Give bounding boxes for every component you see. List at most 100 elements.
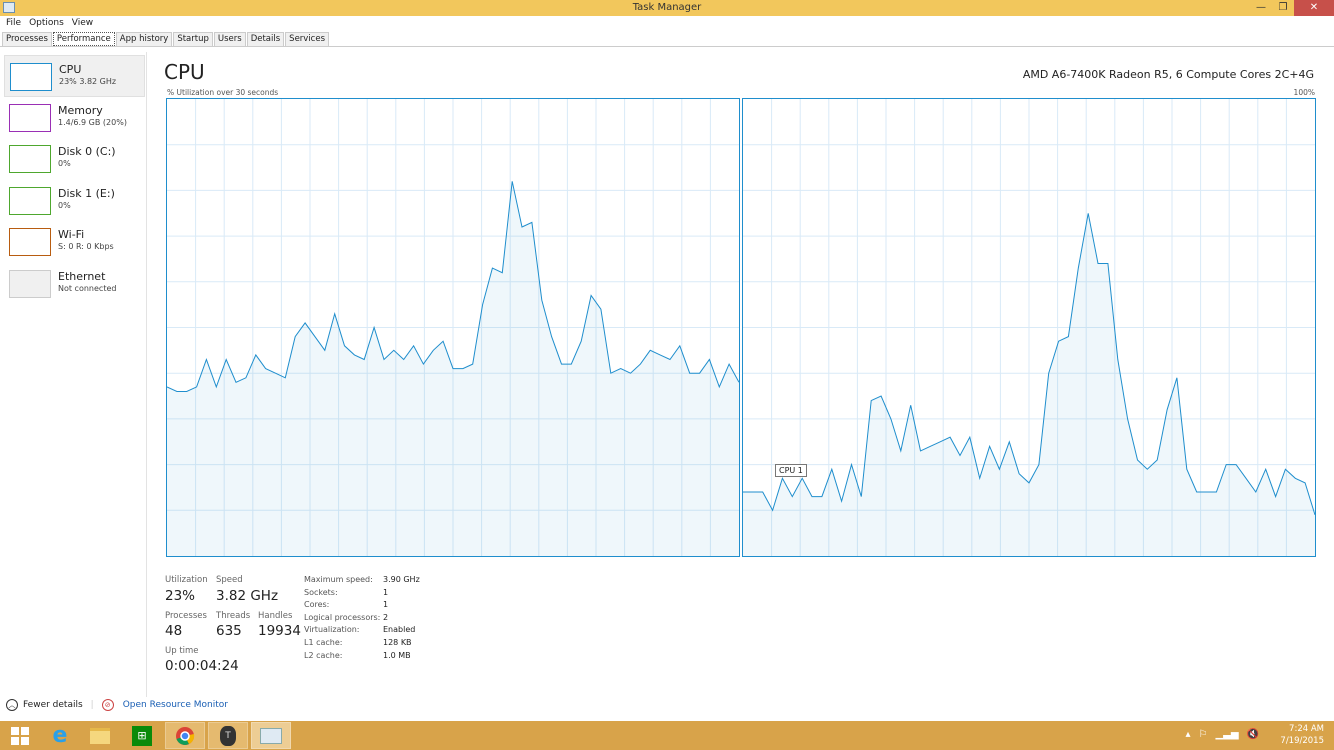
clock-time: 7:24 AM <box>1289 724 1324 734</box>
minimize-button[interactable]: — <box>1250 0 1272 16</box>
windows-logo-icon <box>11 726 29 745</box>
sidebar-item-value: S: 0 R: 0 Kbps <box>58 242 114 251</box>
sidebar-item-value: 0% <box>58 159 71 168</box>
cpu1-graph[interactable] <box>742 98 1316 557</box>
tab-startup[interactable]: Startup <box>173 32 213 47</box>
speaker-muted-icon[interactable]: 🔇 <box>1247 729 1259 740</box>
sidebar-item-value: 0% <box>58 200 71 210</box>
task-manager-icon <box>3 2 15 13</box>
close-button[interactable]: ✕ <box>1294 0 1334 16</box>
page-title: CPU <box>164 60 205 84</box>
handles-value: 19934 <box>258 623 301 639</box>
start-button[interactable] <box>0 722 40 749</box>
sidebar-item-disk-1[interactable]: Disk 1 (E:) 0% <box>4 180 145 222</box>
wifi-signal-icon[interactable]: ▁▃▅ <box>1215 729 1238 740</box>
uptime-label: Up time <box>165 646 199 656</box>
threads-label: Threads <box>216 611 251 621</box>
system-tray: ▴ ⚐ ▁▃▅ 🔇 <box>1185 729 1259 740</box>
task-manager-taskbar-icon[interactable] <box>251 722 291 749</box>
tab-bar: Processes Performance App history Startu… <box>2 32 330 47</box>
cpu-model: AMD A6-7400K Radeon R5, 6 Compute Cores … <box>1022 68 1314 81</box>
sidebar-item-cpu[interactable]: CPU 23% 3.82 GHz <box>4 55 145 97</box>
disk-0-thumbnail-graph <box>9 145 51 173</box>
max-percent-label: 100% <box>1293 88 1315 97</box>
clock[interactable]: 7:24 AM 7/19/2015 <box>1280 723 1324 747</box>
spec-label: Virtualization: <box>304 625 360 635</box>
chrome-icon[interactable] <box>165 722 205 749</box>
action-center-flag-icon[interactable]: ⚐ <box>1199 729 1208 740</box>
maximize-button[interactable]: ❐ <box>1272 0 1294 16</box>
spec-label: Logical processors: <box>304 612 381 622</box>
spec-label: Sockets: <box>304 587 338 597</box>
cpu-thumbnail-graph <box>10 63 52 91</box>
menu-file[interactable]: File <box>2 16 25 31</box>
speed-value: 3.82 GHz <box>216 588 279 604</box>
fewer-details-button[interactable]: Fewer details <box>23 700 83 710</box>
tab-details[interactable]: Details <box>246 32 285 47</box>
uptime-value: 0:00:04:24 <box>165 658 239 674</box>
open-resource-monitor-link[interactable]: Open Resource Monitor <box>123 700 228 710</box>
spec-label: L2 cache: <box>304 650 343 660</box>
disk-1-thumbnail-graph <box>9 186 51 215</box>
spec-label: Cores: <box>304 600 330 610</box>
menu-options[interactable]: Options <box>25 16 68 31</box>
spec-value: 2 <box>383 612 389 622</box>
wifi-thumbnail-graph <box>9 228 51 256</box>
threads-value: 635 <box>216 623 242 639</box>
resource-monitor-icon: ⊘ <box>101 699 114 711</box>
handles-label: Handles <box>258 611 293 621</box>
sidebar-item-value: Not connected <box>58 283 117 293</box>
menu-view[interactable]: View <box>68 16 97 31</box>
taskbar: e ⊞ T ▴ ⚐ ▁▃▅ 🔇 7:24 AM 7/19/2015 <box>0 721 1334 750</box>
sidebar-item-value: 23% 3.82 GHz <box>59 77 117 86</box>
spec-value: 1.0 MB <box>383 650 411 660</box>
internet-explorer-icon[interactable]: e <box>40 722 80 749</box>
spec-value: 3.90 GHz <box>383 575 420 584</box>
spec-value: 1 <box>383 587 389 597</box>
sidebar-item-memory[interactable]: Memory 1.4/6.9 GB (20%) <box>4 97 145 139</box>
sidebar-item-label: Disk 0 (C:) <box>58 145 116 158</box>
file-explorer-icon[interactable] <box>80 722 120 749</box>
spec-value: 1 <box>383 600 389 610</box>
store-icon[interactable]: ⊞ <box>122 722 162 749</box>
speed-label: Speed <box>216 575 243 585</box>
sidebar-item-label: CPU <box>59 63 82 76</box>
tab-performance[interactable]: Performance <box>52 32 115 46</box>
memory-thumbnail-graph <box>9 103 51 132</box>
sidebar-item-label: Memory <box>58 103 103 117</box>
chrome-logo-icon <box>176 726 195 745</box>
utilization-axis-label: % Utilization over 30 seconds <box>167 88 279 97</box>
resource-sidebar: CPU 23% 3.82 GHz Memory 1.4/6.9 GB (20%)… <box>0 52 147 697</box>
sidebar-item-value: 1.4/6.9 GB (20%) <box>58 117 127 127</box>
sidebar-item-label: Disk 1 (E:) <box>58 186 115 200</box>
menu-bar: File Options View <box>0 16 97 31</box>
cpu0-graph[interactable] <box>166 98 740 557</box>
divider <box>0 46 1334 47</box>
tab-users[interactable]: Users <box>213 32 246 47</box>
utilization-label: Utilization <box>165 575 208 585</box>
chevron-up-icon[interactable]: ︿ <box>6 699 18 711</box>
window-title: Task Manager <box>632 2 702 13</box>
world-of-tanks-icon[interactable]: T <box>208 722 248 749</box>
divider: | <box>90 700 94 710</box>
sidebar-item-label: Ethernet <box>58 269 106 283</box>
tab-processes[interactable]: Processes <box>2 32 52 47</box>
utilization-value: 23% <box>165 588 196 604</box>
clock-date: 7/19/2015 <box>1280 736 1324 746</box>
sidebar-item-disk-0[interactable]: Disk 0 (C:) 0% <box>4 138 145 180</box>
title-bar: Task Manager — ❐ ✕ <box>0 0 1334 16</box>
graph-tooltip: CPU 1 <box>775 464 807 477</box>
ethernet-thumbnail-graph <box>9 269 51 298</box>
processes-value: 48 <box>165 623 183 639</box>
tab-app-history[interactable]: App history <box>115 32 173 47</box>
spec-value: 128 KB <box>383 638 412 647</box>
sidebar-item-ethernet[interactable]: Ethernet Not connected <box>4 263 145 305</box>
show-hidden-icons-icon[interactable]: ▴ <box>1185 729 1190 740</box>
spec-value: Enabled <box>383 625 416 635</box>
footer: ︿ Fewer details | ⊘ Open Resource Monito… <box>6 699 228 711</box>
processes-label: Processes <box>165 611 207 621</box>
spec-label: L1 cache: <box>304 638 343 647</box>
sidebar-item-wifi[interactable]: Wi-Fi S: 0 R: 0 Kbps <box>4 221 145 263</box>
spec-label: Maximum speed: <box>304 575 373 584</box>
tab-services[interactable]: Services <box>285 32 330 47</box>
